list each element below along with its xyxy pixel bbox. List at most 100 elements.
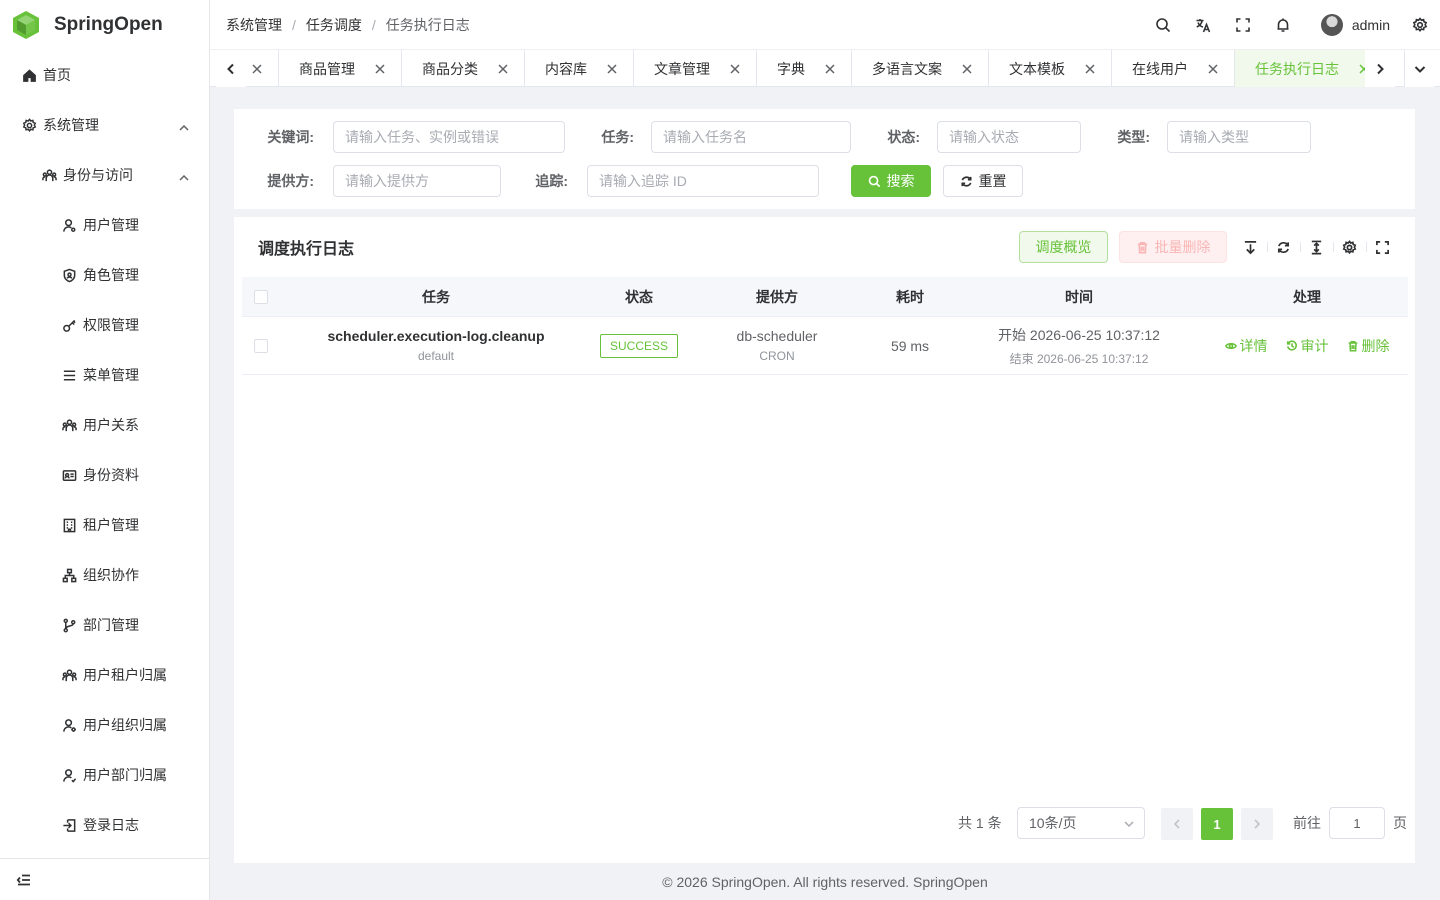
- sidebar-item-org-collaboration[interactable]: 组织协作: [0, 550, 209, 600]
- delete-button[interactable]: 删除: [1347, 336, 1390, 356]
- sidebar-item-user-department[interactable]: 用户部门归属: [0, 750, 209, 800]
- sidebar-item-label: 登录日志: [83, 817, 139, 833]
- tab-text-template[interactable]: 文本模板: [989, 50, 1112, 87]
- sidebar-item-label: 租户管理: [83, 517, 139, 533]
- login-icon: [61, 817, 77, 833]
- type-input[interactable]: [1167, 121, 1311, 153]
- fullscreen-button[interactable]: [1223, 0, 1263, 50]
- eye-icon: [1224, 342, 1237, 349]
- sidebar-item-home[interactable]: 首页: [0, 50, 209, 100]
- collapse-sidebar-button[interactable]: [0, 858, 209, 900]
- tab-i18n-copy[interactable]: 多语言文案: [852, 50, 989, 87]
- sidebar-item-department-management[interactable]: 部门管理: [0, 600, 209, 650]
- tab-product-management[interactable]: 商品管理: [279, 50, 402, 87]
- chevron-left-icon: [1173, 819, 1180, 829]
- column-settings-button[interactable]: [1333, 231, 1366, 263]
- tab-content-library[interactable]: 内容库: [525, 50, 634, 87]
- tab-label: 文章管理: [654, 60, 710, 77]
- tab-dictionary[interactable]: 字典: [757, 50, 852, 87]
- language-button[interactable]: [1183, 0, 1223, 50]
- task-name: scheduler.execution-log.cleanup: [327, 328, 545, 344]
- notification-button[interactable]: [1263, 0, 1303, 50]
- sidebar-item-label: 权限管理: [83, 317, 139, 333]
- next-page-button[interactable]: [1241, 808, 1273, 840]
- provider-input[interactable]: [333, 165, 501, 197]
- breadcrumb-item[interactable]: 系统管理: [226, 15, 282, 35]
- page-size-select[interactable]: 10条/页: [1017, 807, 1145, 839]
- user-gear-icon: [61, 717, 77, 733]
- prev-page-button[interactable]: [1161, 808, 1193, 840]
- row-density-button[interactable]: [1300, 231, 1333, 263]
- sidebar-item-user-org[interactable]: 用户组织归属: [0, 700, 209, 750]
- batch-delete-button[interactable]: 批量删除: [1119, 231, 1227, 263]
- tabs-scroll-left-button[interactable]: [216, 50, 246, 87]
- status-input[interactable]: [937, 121, 1081, 153]
- tab-task-execution-log[interactable]: 任务执行日志: [1235, 50, 1386, 87]
- batch-delete-label: 批量删除: [1154, 239, 1211, 255]
- reset-button[interactable]: 重置: [943, 165, 1023, 197]
- trace-input[interactable]: [587, 165, 819, 197]
- keyword-input[interactable]: [333, 121, 565, 153]
- breadcrumb-separator: /: [371, 16, 376, 33]
- task-input[interactable]: [651, 121, 851, 153]
- close-icon[interactable]: [728, 62, 742, 76]
- fullscreen-icon: [1376, 240, 1389, 254]
- vertical-expand-icon: [1311, 240, 1322, 254]
- search-button-label: 搜索: [886, 173, 915, 189]
- close-icon[interactable]: [605, 62, 619, 76]
- row-checkbox[interactable]: [254, 338, 268, 353]
- close-icon[interactable]: [373, 62, 387, 76]
- sidebar-item-menu-management[interactable]: 菜单管理: [0, 350, 209, 400]
- app-logo[interactable]: SpringOpen: [0, 0, 209, 50]
- close-icon[interactable]: [1083, 62, 1097, 76]
- tab-article-management[interactable]: 文章管理: [634, 50, 757, 87]
- sidebar-item-system-management[interactable]: 系统管理: [0, 100, 209, 150]
- column-header-actions: 处理: [1293, 288, 1321, 305]
- audit-button[interactable]: 审计: [1286, 336, 1329, 356]
- sidebar-item-role-management[interactable]: 角色管理: [0, 250, 209, 300]
- sidebar-item-identity-profile[interactable]: 身份资料: [0, 450, 209, 500]
- type-label: 类型:: [1117, 129, 1150, 145]
- sidebar-item-user-tenant[interactable]: 用户租户归属: [0, 650, 209, 700]
- refresh-button[interactable]: [1267, 231, 1300, 263]
- branch-icon: [61, 617, 77, 633]
- sidebar-item-identity-access[interactable]: 身份与访问: [0, 150, 209, 200]
- search-form: 关键词: 任务: 状态: 类型: 提供方: 追踪: 搜索 重置: [234, 109, 1415, 209]
- chevron-right-icon: [1254, 819, 1261, 829]
- tabs-dropdown-button[interactable]: [1404, 50, 1434, 87]
- user-menu[interactable]: admin: [1320, 14, 1390, 36]
- search-button[interactable]: 搜索: [851, 165, 931, 197]
- export-button[interactable]: [1234, 231, 1267, 263]
- status-cell: SUCCESS: [592, 333, 686, 358]
- close-icon[interactable]: [496, 62, 510, 76]
- table-fullscreen-button[interactable]: [1366, 231, 1399, 263]
- breadcrumb-item[interactable]: 任务调度: [306, 15, 362, 35]
- settings-button[interactable]: [1400, 0, 1440, 50]
- sidebar-item-label: 菜单管理: [83, 367, 139, 383]
- search-button[interactable]: [1143, 0, 1183, 50]
- close-icon[interactable]: [960, 62, 974, 76]
- scheduler-overview-button[interactable]: 调度概览: [1019, 231, 1108, 263]
- tabs-scroll-right-button[interactable]: [1365, 50, 1395, 87]
- sidebar-item-login-log[interactable]: 登录日志: [0, 800, 209, 850]
- close-icon[interactable]: [250, 62, 264, 76]
- tab-online-users[interactable]: 在线用户: [1112, 50, 1235, 87]
- sidebar-item-user-management[interactable]: 用户管理: [0, 200, 209, 250]
- sidebar-item-tenant-management[interactable]: 租户管理: [0, 500, 209, 550]
- close-icon[interactable]: [1206, 62, 1220, 76]
- org-icon: [61, 567, 77, 583]
- end-time: 结束 2026-06-25 10:37:12: [1009, 351, 1149, 366]
- page-number-current[interactable]: 1: [1201, 808, 1233, 840]
- close-icon[interactable]: [823, 62, 837, 76]
- username: admin: [1351, 17, 1390, 33]
- sidebar-item-user-relations[interactable]: 用户关系: [0, 400, 209, 450]
- detail-button[interactable]: 详情: [1224, 336, 1268, 356]
- keyword-label: 关键词:: [267, 129, 314, 145]
- page-suffix: 页: [1393, 815, 1407, 831]
- tab-hidden[interactable]: [246, 50, 279, 87]
- sidebar-item-permission-management[interactable]: 权限管理: [0, 300, 209, 350]
- sidebar-menu: 首页 系统管理 身份与访问 用户管理 角色管理 权限管理 菜单管理 用户关系 身…: [0, 50, 209, 850]
- select-all-checkbox[interactable]: [254, 289, 268, 304]
- goto-page-input[interactable]: [1329, 807, 1385, 839]
- tab-product-category[interactable]: 商品分类: [402, 50, 525, 87]
